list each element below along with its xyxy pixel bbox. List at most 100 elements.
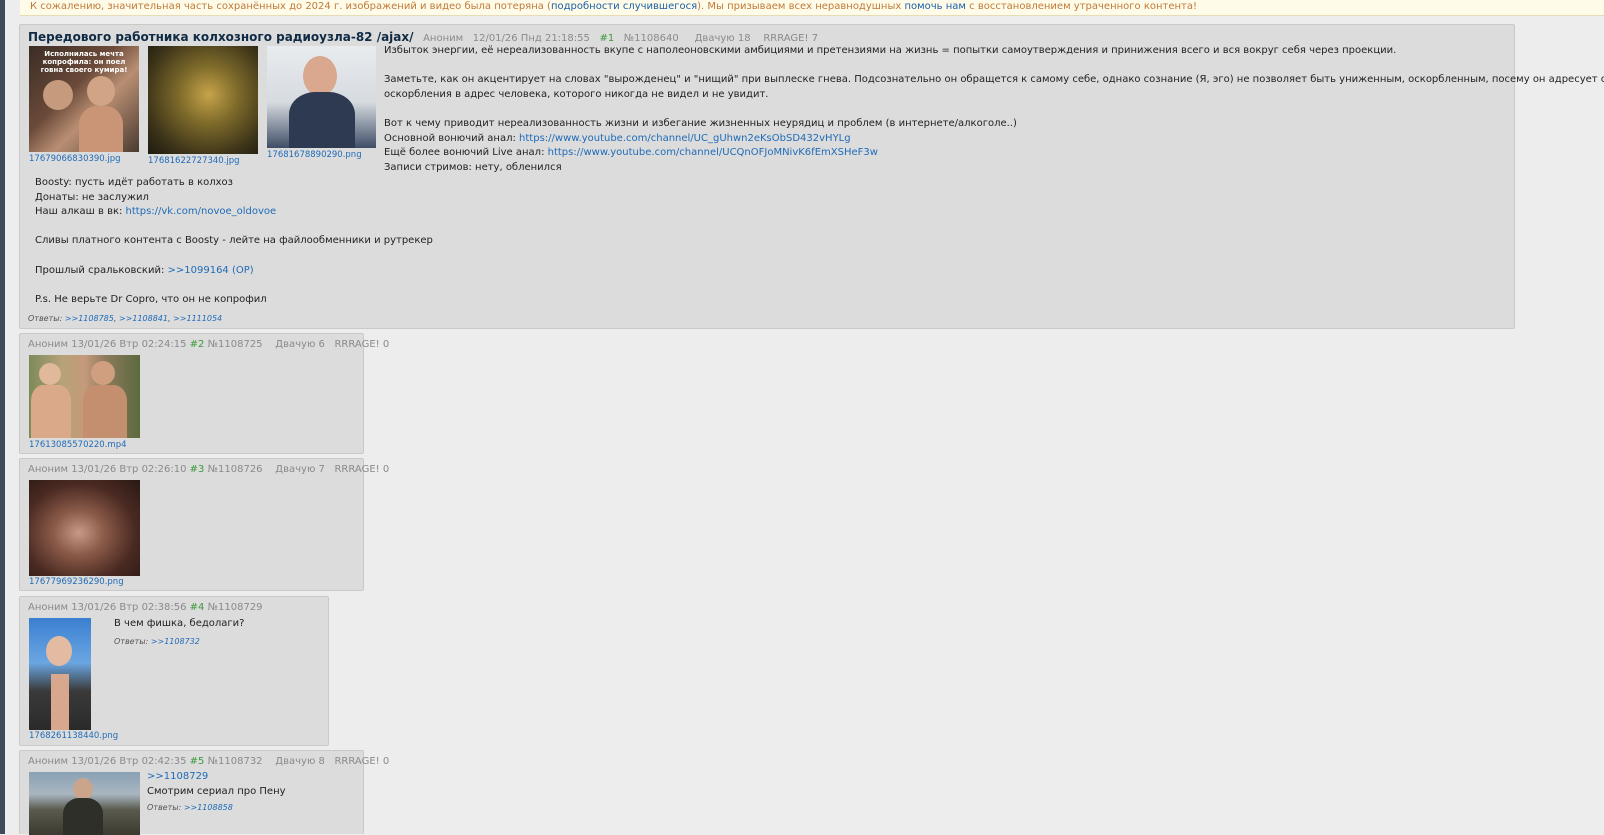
file-link[interactable]: 1768261138440.png	[29, 731, 118, 741]
previous-thread-link[interactable]: >>1099164 (OP)	[168, 265, 254, 276]
post-date: 13/01/26 Втр 02:26:10	[71, 464, 187, 475]
person-silhouette	[91, 361, 115, 385]
person-silhouette	[39, 363, 61, 385]
op-body-right: Избыток энергии, её нереализованность вк…	[384, 44, 1604, 175]
post-author: Аноним	[28, 464, 69, 475]
person-silhouette	[31, 385, 71, 438]
dvachuyu-button[interactable]: Двачую 6	[275, 339, 325, 350]
post-thumbnail[interactable]	[267, 46, 376, 148]
person-silhouette	[63, 798, 103, 835]
op-text-line: Записи стримов: нету, обленился	[384, 161, 562, 173]
dvachuyu-button[interactable]: Двачую 8	[275, 756, 325, 767]
post-id-link[interactable]: №1108640	[624, 33, 679, 44]
person-silhouette	[73, 778, 93, 800]
op-text-line: Избыток энергии, её нереализованность вк…	[384, 45, 1397, 56]
reply-link[interactable]: >>1108785	[65, 314, 114, 323]
notice-details-link[interactable]: подробности случившегося	[551, 1, 697, 12]
reply-link[interactable]: >>1108841	[119, 314, 168, 323]
post-index-link[interactable]: #3	[190, 464, 205, 475]
reply-link[interactable]: >>1108732	[151, 637, 200, 646]
post-author: Аноним	[28, 756, 69, 767]
replies-label: Ответы:	[114, 637, 149, 646]
reply-link[interactable]: >>1111054	[173, 314, 222, 323]
reply-link[interactable]: >>1108858	[184, 803, 233, 812]
op-text-line: Наш алкаш в вк:	[35, 206, 126, 218]
post-id-link[interactable]: №1108726	[208, 464, 263, 475]
file-link[interactable]: 17681622727340.jpg	[148, 156, 240, 166]
op-text-line: Основной вонючий анал:	[384, 132, 520, 144]
lost-content-notice: К сожалению, значительная часть сохранён…	[20, 0, 1604, 16]
person-silhouette	[43, 80, 73, 110]
youtube-live-link[interactable]: https://www.youtube.com/channel/UCQnOFJo…	[548, 147, 878, 158]
left-edge-bar	[0, 0, 5, 834]
op-post: Передового работника колхозного радиоузл…	[19, 24, 1604, 329]
replies-label: Ответы:	[147, 803, 182, 812]
op-text-line: Вот к чему приводит нереализованность жи…	[384, 117, 1017, 129]
post-author: Аноним	[28, 602, 69, 613]
rrrage-button[interactable]: RRRAGE! 7	[763, 33, 818, 44]
quote-link[interactable]: >>1108729	[147, 771, 208, 782]
op-text-line: Прошлый сральковский:	[35, 264, 168, 276]
post-thumbnail[interactable]	[29, 618, 91, 730]
file-link[interactable]: 17613085570220.mp4	[29, 440, 127, 450]
rrrage-button[interactable]: RRRAGE! 0	[334, 464, 389, 475]
post-date: 13/01/26 Втр 02:24:15	[71, 339, 187, 350]
post-index-link[interactable]: #4	[190, 602, 205, 613]
notice-text: с восстановлением утраченного контента!	[965, 1, 1197, 12]
post-message: В чем фишка, бедолаги?	[114, 618, 245, 629]
post-replies: Ответы: >>1108858	[147, 803, 233, 812]
post-thumbnail[interactable]	[29, 480, 140, 576]
op-header: Передового работника колхозного радиоузл…	[28, 30, 818, 44]
post-id-link[interactable]: №1108725	[208, 339, 263, 350]
op-body-left: Boosty: пусть идёт работать в колхоз Дон…	[35, 176, 433, 307]
post-author: Аноним	[28, 339, 69, 350]
post-header: Аноним 13/01/26 Втр 02:38:56 #4 №1108729	[28, 602, 263, 613]
replies-label: Ответы:	[28, 314, 63, 323]
dvachuyu-button[interactable]: Двачую 18	[695, 33, 751, 44]
post-date: 13/01/26 Втр 02:38:56	[71, 602, 187, 613]
dvachuyu-button[interactable]: Двачую 7	[275, 464, 325, 475]
post-header: Аноним 13/01/26 Втр 02:42:35 #5 №1108732…	[28, 756, 389, 767]
notice-text: ). Мы призываем всех неравнодушных	[697, 1, 905, 12]
post-index-link[interactable]: #5	[190, 756, 205, 767]
post-index-link[interactable]: #2	[190, 339, 205, 350]
post-header: Аноним 13/01/26 Втр 02:26:10 #3 №1108726…	[28, 464, 389, 475]
file-link[interactable]: 17677969236290.png	[29, 577, 124, 587]
post-thumbnail[interactable]: Исполнилась мечта копрофила: он поел гов…	[29, 46, 139, 152]
person-silhouette	[83, 385, 127, 438]
post-header: Аноним 13/01/26 Втр 02:24:15 #2 №1108725…	[28, 339, 389, 350]
file-link[interactable]: 17681678890290.png	[267, 150, 362, 160]
post-replies: Ответы: >>1108732	[114, 637, 200, 646]
person-silhouette	[51, 674, 69, 730]
op-text-line: Донаты: не заслужил	[35, 191, 149, 203]
post-id-link[interactable]: №1108729	[208, 602, 263, 613]
post-author: Аноним	[423, 33, 464, 44]
file-link[interactable]: 17679066830390.jpg	[29, 154, 121, 164]
op-text-line: Ещё более вонючий Live анал:	[384, 147, 548, 159]
rrrage-button[interactable]: RRRAGE! 0	[334, 339, 389, 350]
post-body: >>1108729 Смотрим сериал про Пену	[147, 770, 286, 799]
reply-post: Аноним 13/01/26 Втр 02:26:10 #3 №1108726…	[19, 458, 389, 591]
thumbnail-caption: Исполнилась мечта копрофила: он поел гов…	[40, 50, 128, 74]
youtube-main-link[interactable]: https://www.youtube.com/channel/UC_gUhwn…	[519, 133, 851, 144]
person-silhouette	[46, 636, 72, 666]
op-text-line: Сливы платного контента с Boosty - лейте…	[35, 235, 433, 247]
post-thumbnail[interactable]	[29, 355, 140, 438]
thread-title: Передового работника колхозного радиоузл…	[28, 30, 414, 44]
person-silhouette	[303, 56, 337, 96]
notice-help-link[interactable]: помочь нам	[904, 1, 966, 12]
post-index-link[interactable]: #1	[599, 33, 614, 44]
reply-post: Аноним 13/01/26 Втр 02:38:56 #4 №1108729…	[19, 596, 329, 746]
op-text-line: P.s. Не верьте Dr Copro, что он не копро…	[35, 293, 267, 305]
person-silhouette	[79, 106, 123, 152]
post-thumbnail[interactable]	[148, 46, 258, 154]
post-id-link[interactable]: №1108732	[208, 756, 263, 767]
rrrage-button[interactable]: RRRAGE! 0	[334, 756, 389, 767]
vk-link[interactable]: https://vk.com/novoe_oldovoe	[126, 206, 277, 217]
reply-post: Аноним 13/01/26 Втр 02:24:15 #2 №1108725…	[19, 333, 389, 454]
op-text-line: Заметьте, как он акцентирует на словах "…	[384, 74, 1604, 86]
person-silhouette	[289, 92, 355, 148]
post-thumbnail[interactable]	[29, 772, 140, 835]
post-date: 13/01/26 Втр 02:42:35	[71, 756, 187, 767]
op-text-line: оскорбления в адрес человека, которого н…	[384, 88, 769, 100]
